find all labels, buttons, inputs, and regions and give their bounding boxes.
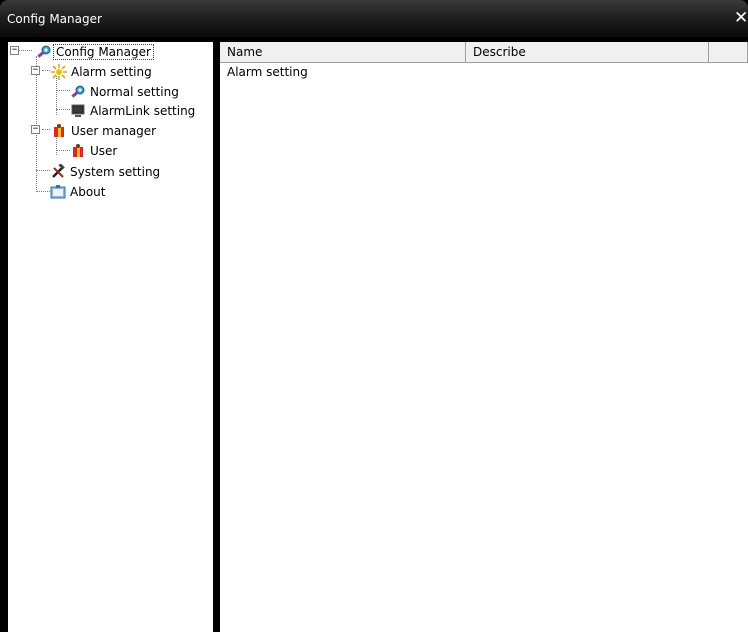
user-group-icon <box>54 123 64 137</box>
tree-item-label: Config Manager <box>53 43 154 60</box>
column-header-describe[interactable]: Describe <box>466 42 709 62</box>
column-header-blank[interactable] <box>709 42 748 62</box>
tree-item-label: About <box>70 184 106 199</box>
tree-connector <box>36 170 50 171</box>
tree-connector <box>56 90 70 91</box>
tree-item-user[interactable]: User <box>70 141 117 160</box>
tree-connector <box>56 150 70 151</box>
tree-item-label: User <box>90 143 118 158</box>
tree-item-label: System setting <box>70 164 161 179</box>
tree-connector <box>36 191 50 192</box>
tree-item-system-setting[interactable]: System setting <box>50 162 160 181</box>
column-header-name[interactable]: Name <box>220 42 466 62</box>
config-tree[interactable]: − − − Config Manager Alarm setting Norma… <box>8 42 213 632</box>
tools-icon <box>52 163 65 178</box>
list-header: Name Describe <box>220 42 748 63</box>
list-item[interactable]: Alarm setting <box>227 65 308 79</box>
collapse-toggle[interactable]: − <box>10 46 19 55</box>
tree-item-label: Alarm setting <box>71 64 152 79</box>
title-bar[interactable]: Config Manager ✕ <box>0 0 748 37</box>
tree-item-normal-setting[interactable]: Normal setting <box>70 82 179 101</box>
about-icon <box>50 184 66 198</box>
tree-item-config-manager[interactable]: Config Manager <box>36 42 154 61</box>
monitor-icon <box>71 104 85 117</box>
settings-list[interactable]: Name Describe Alarm setting <box>220 42 748 632</box>
wrench-icon <box>71 85 85 98</box>
tree-item-user-manager[interactable]: User manager <box>51 121 156 140</box>
tree-item-label: User manager <box>71 123 157 138</box>
alarm-icon <box>51 63 67 80</box>
tree-item-label: Normal setting <box>90 84 179 99</box>
tree-item-about[interactable]: About <box>50 182 105 201</box>
tree-connector <box>56 109 70 110</box>
tree-connector <box>42 129 50 130</box>
user-group-icon <box>73 143 83 157</box>
close-button[interactable]: ✕ <box>734 9 748 27</box>
tree-item-label: AlarmLink setting <box>90 103 196 118</box>
pane-splitter[interactable] <box>213 42 220 632</box>
tree-item-alarm-setting[interactable]: Alarm setting <box>51 62 152 81</box>
wrench-icon <box>37 45 51 58</box>
collapse-toggle[interactable]: − <box>31 125 40 134</box>
window-title: Config Manager <box>7 12 102 26</box>
tree-connector <box>42 70 50 71</box>
tree-item-alarmlink-setting[interactable]: AlarmLink setting <box>70 101 195 120</box>
list-item-name: Alarm setting <box>227 65 308 79</box>
collapse-toggle[interactable]: − <box>31 66 40 75</box>
